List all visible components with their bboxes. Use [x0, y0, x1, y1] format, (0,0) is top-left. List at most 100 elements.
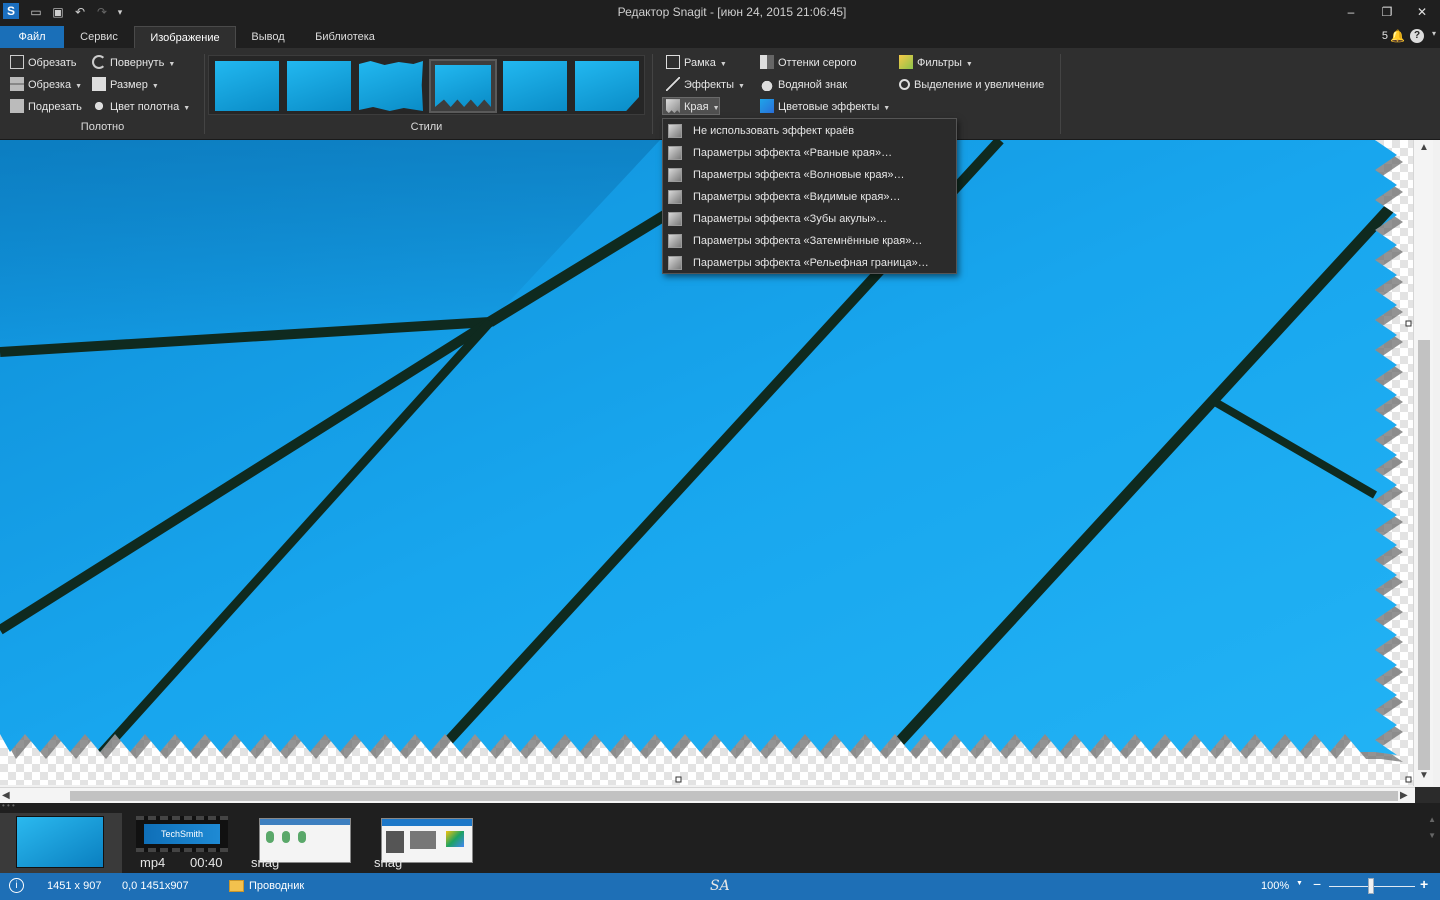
- menu-item-fade-edge[interactable]: Параметры эффекта «Затемнённые края»…: [663, 230, 956, 252]
- color-effects-button[interactable]: Цветовые эффекты ▼: [760, 98, 890, 116]
- menu-item-no-edge[interactable]: Не использовать эффект краёв: [663, 120, 956, 142]
- signature-watermark: SA: [710, 878, 730, 894]
- tray-item-duration: 00:40: [190, 855, 223, 870]
- grayscale-icon: [760, 55, 774, 70]
- tray-scroll-up-icon[interactable]: ▲: [1428, 815, 1436, 824]
- style-thumb[interactable]: [575, 61, 639, 111]
- vertical-scrollbar[interactable]: ▲ ▼: [1413, 140, 1433, 786]
- edges-dropdown-menu: Не использовать эффект краёв Параметры э…: [662, 118, 957, 274]
- resize-handle-bottom[interactable]: [675, 776, 682, 783]
- style-thumb[interactable]: [359, 61, 423, 111]
- image-size: 1451 x 907: [47, 880, 102, 892]
- zoom-out-button[interactable]: −: [1313, 876, 1321, 892]
- title-bar: S ▭ ▣ ↶ ↷ ▾ Редактор Snagit - [июн 24, 2…: [0, 0, 1440, 26]
- group-divider: [1060, 54, 1061, 134]
- border-icon: [666, 55, 680, 70]
- resize-handle-corner[interactable]: [1405, 776, 1412, 783]
- tray-item-type: mp4: [140, 855, 166, 870]
- style-thumb[interactable]: [287, 61, 351, 111]
- effects-button[interactable]: Эффекты ▼: [666, 76, 745, 94]
- rotate-button[interactable]: Повернуть ▼: [92, 54, 175, 72]
- no-edge-icon: [668, 124, 682, 138]
- menu-item-bevel-edge[interactable]: Параметры эффекта «Рельефная граница»…: [663, 252, 956, 274]
- trim-button[interactable]: Подрезать: [10, 98, 82, 116]
- magic-wand-icon: [666, 77, 680, 92]
- wave-edge-icon: [668, 168, 682, 182]
- chevron-down-icon: ▼: [738, 83, 745, 90]
- crop-button[interactable]: Обрезать: [10, 54, 77, 72]
- bell-icon[interactable]: 🔔: [1390, 29, 1405, 43]
- rotate-icon: [92, 55, 106, 70]
- watermark-button[interactable]: Водяной знак: [760, 76, 847, 94]
- tray-item-image[interactable]: snag: [374, 813, 473, 873]
- styles-gallery: [208, 55, 645, 115]
- canvas-color-button[interactable]: Цвет полотна ▼: [92, 98, 190, 116]
- tab-library[interactable]: Библиотека: [300, 26, 390, 48]
- notification-count[interactable]: 5: [1382, 30, 1388, 42]
- zoom-slider-thumb[interactable]: [1368, 878, 1374, 894]
- vertical-scroll-thumb[interactable]: [1418, 340, 1430, 770]
- chevron-down-icon[interactable]: ▼: [1296, 880, 1303, 887]
- scroll-right-icon[interactable]: ▶: [1400, 788, 1414, 804]
- magnifier-icon: [899, 78, 910, 90]
- style-thumb-selected[interactable]: [429, 59, 497, 113]
- scroll-down-icon[interactable]: ▼: [1414, 768, 1434, 784]
- minimize-button[interactable]: –: [1336, 3, 1366, 21]
- chevron-down-icon: ▼: [719, 61, 727, 68]
- bevel-edge-icon: [668, 256, 682, 270]
- explorer-link[interactable]: Проводник: [249, 880, 304, 892]
- tray-thumbnail: [16, 816, 104, 868]
- ribbon-tabs: Файл Сервис Изображение Вывод Библиотека…: [0, 26, 1440, 48]
- chevron-down-icon: ▼: [168, 61, 176, 68]
- spotlight-magnify-button[interactable]: Выделение и увеличение: [899, 76, 1044, 94]
- horizontal-scroll-thumb[interactable]: [70, 791, 1398, 801]
- tray-item-selected[interactable]: [0, 813, 122, 873]
- menu-item-shark-teeth[interactable]: Параметры эффекта «Зубы акулы»…: [663, 208, 956, 230]
- cursor-position: 0,0 1451x907: [122, 880, 189, 892]
- info-icon[interactable]: i: [9, 878, 24, 893]
- chevron-down-icon: ▼: [151, 83, 159, 90]
- close-button[interactable]: ✕: [1407, 3, 1437, 21]
- water-drop-icon: [760, 77, 774, 92]
- visible-edge-icon: [668, 190, 682, 204]
- style-thumb[interactable]: [503, 61, 567, 111]
- resize-icon: [92, 77, 106, 92]
- canvas-group-label: Полотно: [80, 121, 125, 133]
- cutout-button[interactable]: Обрезка ▼: [10, 76, 82, 94]
- style-thumb[interactable]: [215, 61, 279, 111]
- crop-icon: [10, 55, 24, 70]
- horizontal-scrollbar[interactable]: ◀ ▶: [0, 787, 1415, 803]
- tray-item-video[interactable]: TechSmith mp4 00:40: [136, 813, 228, 873]
- tab-file[interactable]: Файл: [0, 26, 64, 48]
- tray-scroll-down-icon[interactable]: ▼: [1428, 831, 1436, 840]
- resize-handle-right[interactable]: [1405, 320, 1412, 327]
- torn-edge-icon: [668, 146, 682, 160]
- styles-group-label: Стили: [410, 121, 443, 133]
- menu-item-wave-edge[interactable]: Параметры эффекта «Волновые края»…: [663, 164, 956, 186]
- tab-image[interactable]: Изображение: [134, 26, 236, 48]
- grayscale-button[interactable]: Оттенки серого: [760, 54, 856, 72]
- help-icon[interactable]: ?: [1410, 29, 1424, 43]
- border-button[interactable]: Рамка ▼: [666, 54, 727, 72]
- zoom-in-button[interactable]: +: [1420, 876, 1428, 892]
- filters-button[interactable]: Фильтры ▼: [899, 54, 973, 72]
- scroll-up-icon[interactable]: ▲: [1414, 140, 1434, 156]
- menu-item-visible-edge[interactable]: Параметры эффекта «Видимые края»…: [663, 186, 956, 208]
- group-divider: [652, 54, 653, 134]
- tray-item-type: snag: [374, 855, 403, 870]
- tab-output[interactable]: Вывод: [236, 26, 300, 48]
- folder-icon[interactable]: [229, 880, 244, 892]
- chevron-down-icon[interactable]: ▾: [1432, 29, 1436, 38]
- tray-thumbnail: TechSmith: [136, 816, 228, 852]
- edges-button[interactable]: Края ▼: [662, 97, 720, 115]
- group-divider: [204, 54, 205, 134]
- tab-service[interactable]: Сервис: [64, 26, 134, 48]
- tray-item-image[interactable]: snag: [251, 813, 351, 873]
- chevron-down-icon: ▼: [965, 61, 973, 68]
- restore-button[interactable]: ❐: [1372, 3, 1402, 21]
- resize-button[interactable]: Размер ▼: [92, 76, 159, 94]
- paint-bucket-icon: [92, 99, 106, 114]
- zoom-level[interactable]: 100%: [1261, 880, 1289, 892]
- tray-grip-handle[interactable]: • • •: [0, 802, 1440, 811]
- menu-item-torn-edge[interactable]: Параметры эффекта «Рваные края»…: [663, 142, 956, 164]
